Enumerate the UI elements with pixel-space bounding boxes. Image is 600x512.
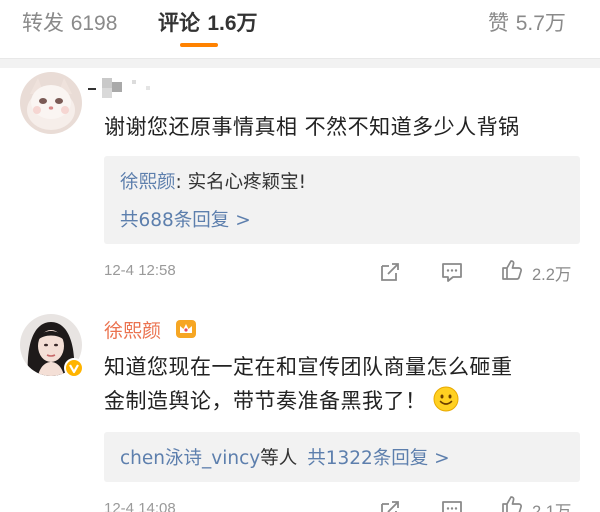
tab-repost-count: 6198 — [70, 12, 118, 35]
vip-crown-icon — [176, 320, 196, 338]
reply-preview: 徐熙颜: 实名心疼颖宝! — [120, 168, 306, 194]
tab-comment-label: 评论 — [158, 11, 200, 35]
reply-preview: chen泳诗_vincy等人 共1322条回复 > — [120, 444, 450, 470]
cat-avatar-image — [20, 72, 82, 134]
tab-comment-count: 1.6万 — [207, 12, 258, 35]
username[interactable]: 徐熙颜 — [104, 316, 161, 343]
comment-tabs: 转发 6198 评论 1.6万 赞 5.7万 — [0, 0, 600, 48]
comment-timestamp: 12-4 14:08 — [104, 500, 176, 512]
share-icon[interactable] — [378, 260, 402, 284]
tab-like-label: 赞 — [488, 11, 509, 35]
tab-repost[interactable]: 转发 6198 — [22, 7, 117, 37]
section-divider — [0, 58, 600, 68]
smile-emoji-icon — [433, 386, 458, 412]
thumbs-up-icon[interactable] — [500, 258, 524, 282]
comment-text-line2: 金制造舆论，带节奏准备黑我了！ — [104, 389, 427, 413]
reply-text: : 实名心疼颖宝! — [175, 172, 307, 193]
reply-author[interactable]: chen泳诗_vincy — [120, 448, 260, 469]
comment-text-line1: 知道您现在一定在和宣传团队商量怎么砸重 — [104, 355, 513, 379]
tab-like[interactable]: 赞 5.7万 — [488, 7, 566, 37]
tab-repost-label: 转发 — [22, 11, 64, 35]
reply-text: 等人 — [260, 448, 298, 469]
comment-timestamp: 12-4 12:58 — [104, 262, 176, 279]
avatar[interactable] — [20, 72, 82, 134]
view-replies-link[interactable]: 共688条回复 > — [120, 206, 251, 232]
tab-comment[interactable]: 评论 1.6万 — [158, 7, 258, 37]
reply-author[interactable]: 徐熙颜 — [120, 172, 176, 193]
comment-icon[interactable] — [440, 260, 464, 284]
comment-text: 谢谢您还原事情真相 不然不知道多少人背锅 — [104, 115, 520, 139]
thumbs-up-icon[interactable] — [500, 494, 524, 512]
comment-text: 金制造舆论，带节奏准备黑我了！ — [104, 384, 459, 418]
active-tab-indicator — [180, 43, 218, 47]
share-icon[interactable] — [378, 498, 402, 512]
tab-like-count: 5.7万 — [515, 12, 566, 35]
view-replies-link[interactable]: 共1322条回复 > — [307, 448, 449, 469]
like-count: 2.1万 — [532, 503, 572, 512]
username-censored: - — [88, 76, 168, 104]
comment-icon[interactable] — [440, 498, 464, 512]
reply-box[interactable]: 徐熙颜: 实名心疼颖宝! 共688条回复 > — [104, 156, 580, 244]
like-count: 2.2万 — [532, 266, 572, 284]
verified-badge-icon — [64, 358, 84, 378]
reply-box[interactable]: chen泳诗_vincy等人 共1322条回复 > — [104, 432, 580, 482]
